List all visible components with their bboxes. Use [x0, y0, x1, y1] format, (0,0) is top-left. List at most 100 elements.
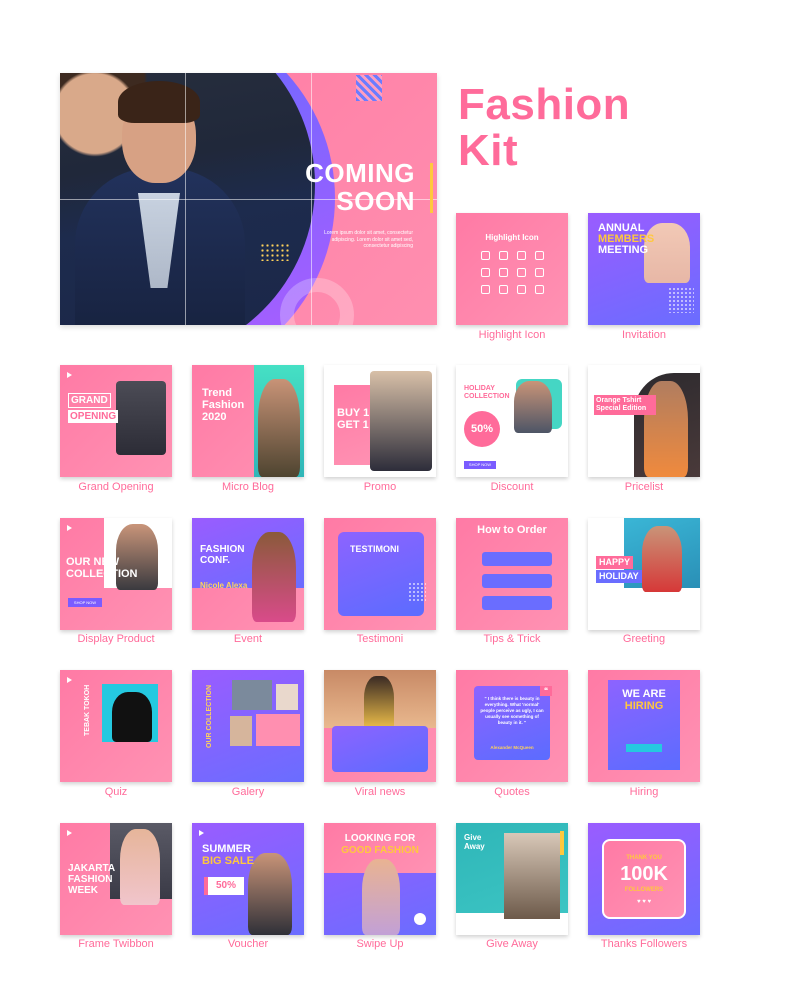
caption-thanks-followers: Thanks Followers	[600, 938, 688, 950]
shopping-bag-icon	[498, 251, 508, 260]
card-heading: ANNUAL MEMBERS MEETING	[598, 223, 654, 256]
gallery-photo	[276, 684, 298, 710]
caption-invitation: Invitation	[621, 329, 667, 341]
card-swipe-up[interactable]: LOOKING FOR GOOD FASHION	[324, 823, 436, 935]
tag-icon	[534, 268, 544, 277]
voucher-badge: 50%	[204, 877, 244, 895]
hero-model-hair	[118, 81, 200, 123]
heading-line: GOOD FASHION	[341, 845, 419, 856]
card-quiz[interactable]: TEBAK TOKOH	[60, 670, 172, 782]
card-pricelist[interactable]: Orange Tshirt Special Edition	[588, 365, 700, 477]
caption-promo: Promo	[363, 481, 397, 493]
caption-quiz: Quiz	[104, 786, 128, 798]
model-photo	[514, 381, 552, 433]
card-promo[interactable]: BUY 1 GET 1	[324, 365, 436, 477]
play-logo-icon	[67, 525, 72, 531]
card-tips-trick[interactable]: How to Order	[456, 518, 568, 630]
card-highlight-icon[interactable]: Highlight Icon	[456, 213, 568, 325]
heading-line: BIG SALE	[202, 855, 254, 867]
card-heading: HAPPY HOLIDAY	[596, 556, 642, 583]
caption-swipe-up: Swipe Up	[356, 938, 404, 950]
striped-square-decoration	[356, 75, 382, 101]
card-voucher[interactable]: SUMMER BIG SALE 50%	[192, 823, 304, 935]
step-item	[482, 552, 552, 566]
caption-display-product: Display Product	[77, 633, 155, 645]
thank-you-label: THANK YOU	[626, 855, 662, 861]
yellow-bar-decoration	[560, 831, 564, 855]
followers-count: 100K	[620, 863, 668, 885]
store-photo	[116, 381, 166, 455]
shop-now-button[interactable]: SHOP NOW	[464, 461, 496, 469]
heading-line: OPENING	[68, 410, 119, 423]
hero-headline-line2: SOON	[336, 186, 415, 216]
card-heading: OUR COLLECTION	[206, 685, 213, 748]
card-heading: BUY 1 GET 1	[337, 407, 370, 431]
caption-galery: Galery	[231, 786, 265, 798]
card-testimoni[interactable]: TESTIMONI	[324, 518, 436, 630]
card-viral-news[interactable]	[324, 670, 436, 782]
dress-icon	[516, 251, 526, 260]
card-heading: TESTIMONI	[350, 544, 399, 554]
hero-headline-line1: COMING	[305, 158, 415, 188]
card-quotes[interactable]: ❝ " I think there is beauty in everythin…	[456, 670, 568, 782]
news-text-box	[332, 726, 428, 772]
caption-event: Event	[233, 633, 263, 645]
page-title-line2: Kit	[458, 126, 519, 175]
silhouette-photo	[112, 692, 152, 742]
truck-icon	[498, 285, 508, 294]
hero-blurb: Lorem ipsum dolor sit amet, consectetur …	[324, 230, 413, 249]
page-title-line1: Fashion	[458, 80, 631, 129]
card-heading: Give Away	[464, 833, 485, 851]
card-heading: WE ARE HIRING	[608, 688, 680, 712]
card-greeting[interactable]: HAPPY HOLIDAY	[588, 518, 700, 630]
gift-icon	[480, 251, 490, 260]
caption-pricelist: Pricelist	[624, 481, 664, 493]
dot-pattern-decoration	[260, 243, 290, 261]
card-thanks-followers[interactable]: THANK YOU 100K FOLLOWERS ♥ ♥ ♥	[588, 823, 700, 935]
caption-quotes: Quotes	[494, 786, 530, 798]
caption-micro-blog: Micro Blog	[222, 481, 274, 493]
hearts-icon: ♥ ♥ ♥	[636, 899, 652, 905]
play-logo-icon	[67, 677, 72, 683]
swipe-up-icon[interactable]	[414, 913, 426, 925]
caption-testimoni: Testimoni	[356, 633, 404, 645]
caption-tips-trick: Tips & Trick	[483, 633, 541, 645]
card-grand-opening[interactable]: GRAND OPENING	[60, 365, 172, 477]
step-item	[482, 596, 552, 610]
model-photo	[248, 853, 292, 935]
card-heading: OUR NEW COLLECTION	[66, 556, 138, 580]
card-hiring[interactable]: WE ARE HIRING	[588, 670, 700, 782]
apply-button[interactable]	[626, 744, 662, 752]
quote-mark-icon: ❝	[540, 686, 552, 696]
hero-coming-soon-preview[interactable]: COMING SOON Lorem ipsum dolor sit amet, …	[60, 73, 437, 325]
card-micro-blog[interactable]: Trend Fashion 2020	[192, 365, 304, 477]
card-frame-twibbon[interactable]: JAKARTA FASHION WEEK	[60, 823, 172, 935]
card-galery[interactable]: OUR COLLECTION	[192, 670, 304, 782]
card-heading: SUMMER BIG SALE	[202, 843, 254, 867]
yellow-bar-decoration	[430, 163, 433, 213]
caption-give-away: Give Away	[486, 938, 538, 950]
heading-line: MEETING	[598, 244, 649, 256]
card-invitation[interactable]: ANNUAL MEMBERS MEETING	[588, 213, 700, 325]
dot-pattern-decoration	[668, 287, 694, 313]
caption-highlight-icon: Highlight Icon	[478, 329, 546, 341]
caption-greeting: Greeting	[622, 633, 666, 645]
gallery-photo	[230, 716, 252, 746]
card-event[interactable]: FASHION CONF. Nicole Alexa	[192, 518, 304, 630]
card-heading: TEBAK TOKOH	[84, 684, 91, 736]
highlight-icon-grid	[476, 251, 548, 294]
page-title: Fashion Kit	[458, 82, 630, 174]
card-heading: LOOKING FOR GOOD FASHION	[324, 833, 436, 857]
quote-author: Alexander McQueen	[490, 745, 534, 750]
play-logo-icon	[199, 830, 204, 836]
shop-now-button[interactable]: SHOP NOW	[68, 598, 102, 607]
chat-icon	[516, 285, 526, 294]
caption-frame-twibbon: Frame Twibbon	[78, 938, 154, 950]
card-discount[interactable]: HOLIDAY COLLECTION 50% SHOP NOW	[456, 365, 568, 477]
heading-line: WE ARE	[622, 688, 666, 700]
card-heading: HOLIDAY COLLECTION	[464, 385, 510, 400]
card-give-away[interactable]: Give Away	[456, 823, 568, 935]
model-photo	[364, 676, 394, 730]
card-display-product[interactable]: OUR NEW COLLECTION SHOP NOW	[60, 518, 172, 630]
caption-viral-news: Viral news	[354, 786, 406, 798]
